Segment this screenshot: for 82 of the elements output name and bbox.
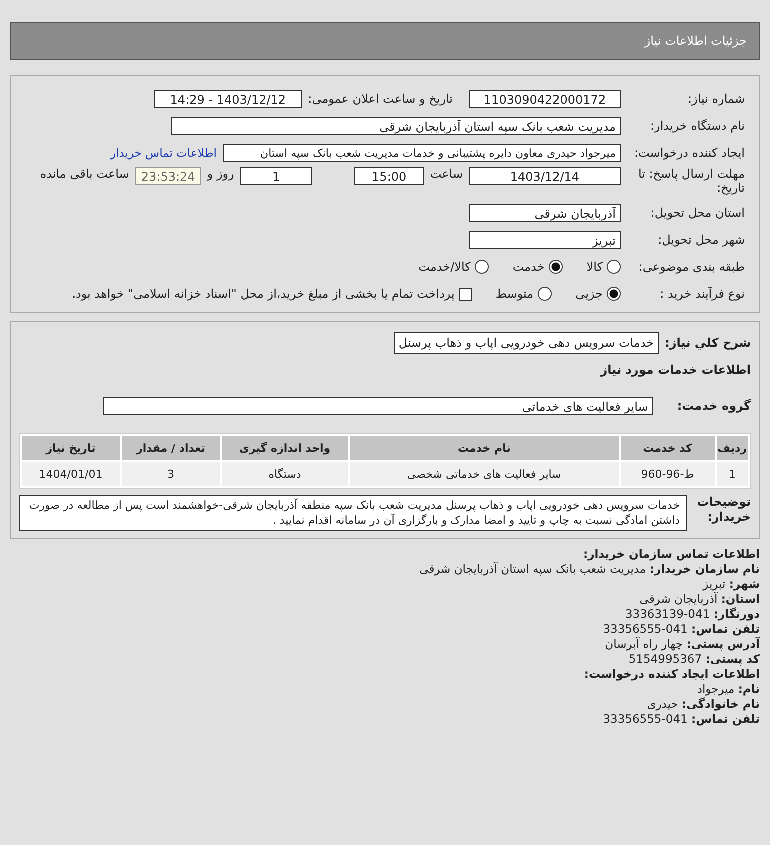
radio-icon[interactable] [538, 287, 552, 301]
field-label: ایجاد کننده درخواست: [633, 146, 745, 160]
field-label: گروه خدمت: [677, 399, 751, 413]
column-header: کد خدمت [620, 436, 715, 460]
radio-label: خدمت [512, 260, 545, 274]
days-field: 1 [240, 167, 312, 185]
contact-value: 041-33356555 [603, 622, 688, 636]
field-label: نام دستگاه خریدار: [650, 119, 745, 133]
radio-label: متوسط [496, 287, 534, 301]
field-label: روز و [207, 167, 234, 181]
radio-option[interactable]: متوسط [496, 287, 552, 301]
field-label: توضیحات خریدار: [696, 495, 751, 525]
contact-value: 041-33363139 [625, 607, 710, 621]
field-label: استان محل تحویل: [650, 206, 745, 220]
column-header: تعداد / مقدار [122, 436, 220, 460]
column-header: ردیف [716, 436, 748, 460]
checkbox[interactable] [458, 288, 472, 300]
field-label: ساعت [430, 167, 463, 181]
radio-option[interactable]: کالا/خدمت [418, 260, 489, 274]
contact-value: میرجواد [697, 682, 735, 696]
page-title: جزئیات اطلاعات نیاز [644, 34, 747, 48]
announce-date-field: 1403/12/12 - 14:29 [154, 90, 302, 108]
contact-label: دورنگار: [714, 607, 760, 621]
buyer-field: مدیریت شعب بانک سپه استان آذربایجان شرقی [171, 117, 621, 135]
radio-icon[interactable] [607, 260, 621, 274]
contact-label: نام: [738, 682, 760, 696]
contact-value: چهار راه آبرسان [605, 637, 684, 651]
contact-heading: اطلاعات ایجاد کننده درخواست: [584, 667, 760, 681]
contact-label: کد پستی: [706, 652, 760, 666]
field-label: شماره نیاز: [687, 92, 745, 106]
table-cell: 1 [716, 462, 748, 486]
field-label: مهلت ارسال پاسخ: تا تاریخ: [637, 167, 745, 195]
field-label: ساعت باقی مانده [40, 167, 130, 181]
contact-label: نام سازمان خریدار: [650, 562, 760, 576]
summary-field: خدمات سرویس دهی خودرویی اپاب و ذهاب پرسنل [394, 332, 660, 354]
contact-label: تلفن تماس: [692, 622, 760, 636]
contact-value: 041-33356555 [603, 712, 688, 726]
radio-icon[interactable] [548, 260, 563, 274]
contact-value: مدیریت شعب بانک سپه استان آذربایجان شرقی [420, 562, 646, 576]
buyer-contact-link[interactable]: اطلاعات تماس خریدار [110, 146, 217, 160]
radio-label: جزیی [576, 287, 603, 301]
column-header: واحد اندازه گیری [222, 436, 348, 460]
contact-label: استان: [721, 592, 760, 606]
contact-label: تلفن تماس: [692, 712, 760, 726]
column-header: تاریخ نیاز [22, 436, 120, 460]
table-cell: ط-96-960 [620, 462, 715, 486]
table-cell: 3 [122, 462, 220, 486]
table-cell: 1404/01/01 [22, 462, 120, 486]
column-header: نام خدمت [350, 436, 619, 460]
checkbox-label: پرداخت تمام یا بخشی از مبلغ خرید،از محل "اسناد خزانه اسلامی" خواهد بود. [72, 287, 455, 301]
notes-field: خدمات سرویس دهی خودرویی اپاب و ذهاب پرسنل مدیریت شعب بانک سپه منطقه آذربایجان شرقی-خواهشمند است پس از مطالعه در صورت داشتن امادگی نسبت به چاپ و تایید و امضا مدارک و بارگزاری آن در سامانه اقدام نمایید . [19, 495, 687, 531]
remaining-time-field: 23:53:24 [135, 167, 202, 185]
table-cell: دستگاه [222, 462, 348, 486]
city-field: تبریز [469, 231, 621, 249]
radio-option[interactable]: جزیی [576, 287, 621, 301]
field-label: نوع فرآیند خرید : [659, 287, 745, 301]
radio-label: کالا [586, 260, 603, 274]
field-label: شهر محل تحویل: [657, 233, 745, 247]
radio-icon[interactable] [474, 260, 489, 274]
table-cell: سایر فعالیت های خدماتی شخصی [350, 462, 619, 486]
contact-label: نام خانوادگی: [682, 697, 760, 711]
contact-label: آدرس پستی: [686, 637, 760, 651]
field-label: تاریخ و ساعت اعلان عمومی: [308, 92, 453, 106]
deadline-date-field: 1403/12/14 [469, 167, 621, 185]
deadline-time-field: 15:00 [354, 167, 424, 185]
contact-label: شهر: [729, 577, 760, 591]
radio-label: کالا/خدمت [418, 260, 471, 274]
radio-icon[interactable] [607, 287, 621, 301]
contact-value: تبریز [703, 577, 726, 591]
creator-field: میرجواد حیدری معاون دایره پشتیبانی و خدمات مدیریت شعب بانک سپه استان [223, 144, 621, 162]
service-group-field: سایر فعالیت های خدماتی [103, 397, 654, 415]
contact-value: حیدری [647, 697, 678, 711]
field-label: طبقه بندی موضوعی: [638, 260, 745, 274]
contact-value: آذربایجان شرقی [640, 592, 718, 606]
radio-option[interactable]: کالا [586, 260, 621, 274]
field-label: شرح کلي نیاز: [665, 336, 751, 350]
contact-value: 5154995367 [628, 652, 702, 666]
radio-option[interactable]: خدمت [512, 260, 563, 274]
contact-heading: اطلاعات تماس سازمان خریدار: [583, 547, 760, 561]
section-heading: اطلاعات خدمات مورد نیاز [600, 363, 751, 377]
province-field: آذربایجان شرقی [469, 204, 621, 222]
need-number-field: 1103090422000172 [469, 90, 621, 108]
